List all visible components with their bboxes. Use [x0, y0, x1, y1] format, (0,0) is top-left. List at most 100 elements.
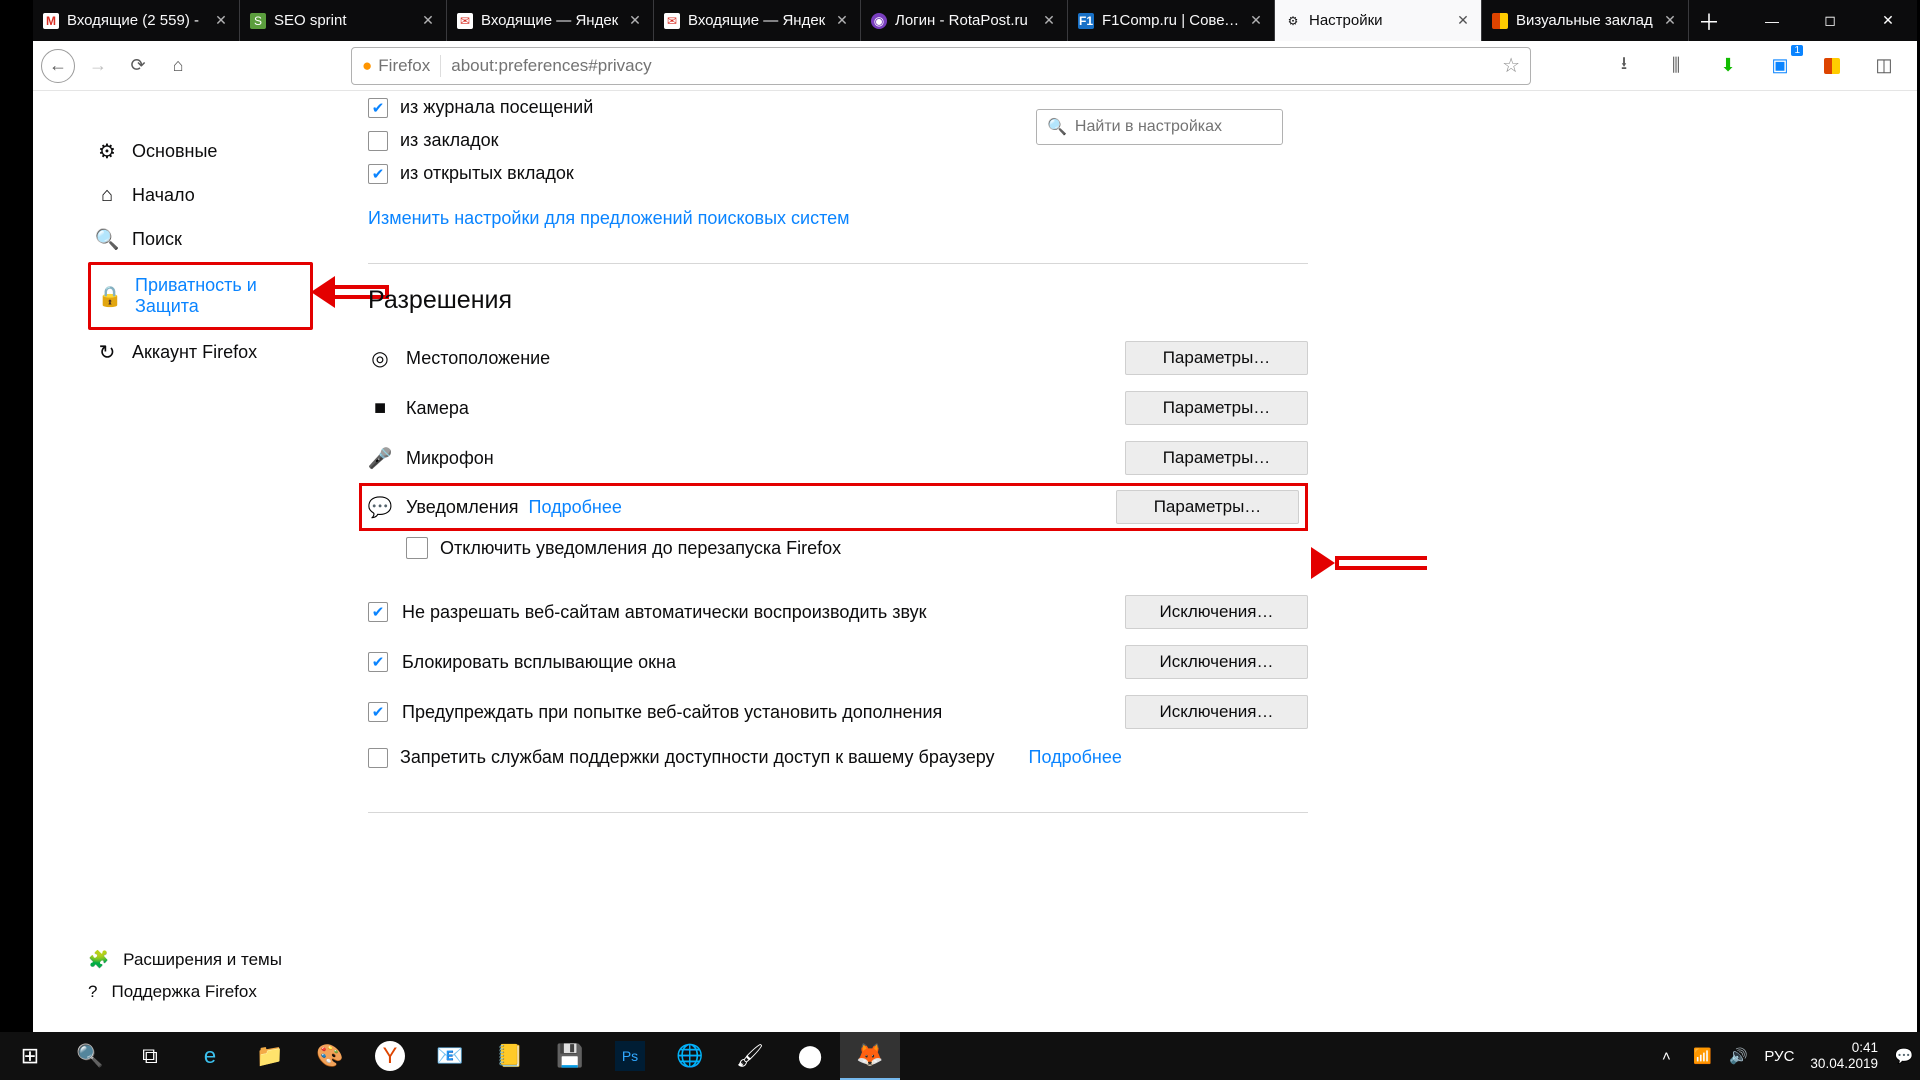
taskbar-app-edge[interactable]: e [180, 1032, 240, 1080]
savefrom-button[interactable]: ▣ 1 [1763, 49, 1797, 83]
url-bar[interactable]: ● Firefox about:preferences#privacy ☆ [351, 47, 1531, 85]
taskbar-app-chrome[interactable]: 🌐 [660, 1032, 720, 1080]
permission-settings-button[interactable]: Параметры… [1125, 441, 1308, 475]
taskbar-app-yandex[interactable]: Y [375, 1041, 405, 1071]
lang-indicator[interactable]: РУС [1764, 1048, 1794, 1065]
permission-checkbox[interactable] [368, 702, 388, 722]
label-disable-notifications: Отключить уведомления до перезапуска Fir… [440, 538, 841, 559]
checkbox-opentabs[interactable] [368, 164, 388, 184]
home-button[interactable]: ⌂ [161, 49, 195, 83]
permission-checkbox[interactable] [368, 602, 388, 622]
back-button[interactable]: ← [41, 49, 75, 83]
category-icon: ⌂ [96, 184, 118, 207]
permission-settings-button[interactable]: Параметры… [1125, 391, 1308, 425]
urlbar-separator [440, 55, 441, 77]
sidebar-category[interactable]: ⚙ Основные [88, 129, 313, 174]
taskbar-app-mail[interactable]: 📧 [420, 1032, 480, 1080]
checkbox-history[interactable] [368, 98, 388, 118]
taskbar-launchers: ⊞ 🔍 ⧉ e 📁 🎨 Y 📧 📒 💾 Ps 🌐 🖌 ⬤ 🦊 [0, 1032, 900, 1080]
taskbar-app-paint[interactable]: 🎨 [300, 1032, 360, 1080]
badge-count: 1 [1791, 45, 1803, 56]
footer-label: Поддержка Firefox [111, 982, 256, 1002]
taskbar-app-notes[interactable]: 📒 [480, 1032, 540, 1080]
permission-settings-button[interactable]: Параметры… [1116, 490, 1299, 524]
browser-tab[interactable]: ⚙ Настройки ✕ [1275, 0, 1482, 41]
a11y-learn-more-link[interactable]: Подробнее [1029, 747, 1122, 768]
prefs-main: из журнала посещений из закладок из откр… [368, 91, 1308, 1032]
forward-button: → [81, 49, 115, 83]
exceptions-button[interactable]: Исключения… [1125, 645, 1308, 679]
category-label: Основные [132, 141, 217, 162]
sidebar-category[interactable]: ↻ Аккаунт Firefox [88, 330, 313, 375]
tab-close-icon[interactable]: ✕ [1662, 13, 1678, 29]
download-arrow-icon[interactable]: ⬇ [1711, 49, 1745, 83]
sidebar-category[interactable]: ⌂ Начало [88, 174, 313, 217]
permission-row: ■ Камера Параметры… [368, 383, 1308, 433]
bookmarks-ext-icon[interactable] [1815, 49, 1849, 83]
tab-close-icon[interactable]: ✕ [834, 13, 850, 29]
permission-learn-more-link[interactable]: Подробнее [529, 497, 622, 517]
library-button[interactable]: ⫼ [1659, 49, 1693, 83]
taskbar-app-explorer[interactable]: 📁 [240, 1032, 300, 1080]
browser-tab[interactable]: ◉ Логин - RotaPost.ru ✕ [861, 0, 1068, 41]
permission-extra-label: Блокировать всплывающие окна [402, 652, 1111, 673]
maximize-button[interactable]: ◻ [1801, 0, 1859, 41]
browser-tab[interactable]: M Входящие (2 559) - ✕ [33, 0, 240, 41]
checkbox-disable-notifications[interactable] [406, 537, 428, 559]
browser-tab[interactable]: Визуальные заклад ✕ [1482, 0, 1689, 41]
annotation-arrow-right [1311, 547, 1427, 579]
taskbar-app-photoshop[interactable]: Ps [615, 1041, 645, 1071]
footer-label: Расширения и темы [123, 950, 282, 970]
prefs-sidebar: ⚙ Основные⌂ Начало🔍 Поиск🔒 Приватность и… [33, 91, 313, 1032]
taskbar-clock[interactable]: 0:41 30.04.2019 [1810, 1040, 1878, 1071]
bookmark-star-icon[interactable]: ☆ [1502, 53, 1520, 78]
taskbar-app-obs[interactable]: ⬤ [780, 1032, 840, 1080]
checkbox-a11y[interactable] [368, 748, 388, 768]
start-button[interactable]: ⊞ [0, 1032, 60, 1080]
checkbox-bookmarks[interactable] [368, 131, 388, 151]
browser-tab[interactable]: F1 F1Comp.ru | Советы ✕ [1068, 0, 1275, 41]
wifi-icon[interactable]: 📶 [1692, 1047, 1712, 1065]
taskbar-search-icon[interactable]: 🔍 [60, 1032, 120, 1080]
tab-favicon: ✉ [664, 13, 680, 29]
browser-tab[interactable]: ✉ Входящие — Яндек ✕ [447, 0, 654, 41]
sidebar-footer-item[interactable]: ?Поддержка Firefox [88, 976, 282, 1008]
browser-tab[interactable]: ✉ Входящие — Яндек ✕ [654, 0, 861, 41]
downloads-button[interactable]: ⭳ [1607, 49, 1641, 83]
sidebar-category[interactable]: 🔒 Приватность и Защита [88, 262, 313, 330]
exceptions-button[interactable]: Исключения… [1125, 695, 1308, 729]
search-suggest-settings-link[interactable]: Изменить настройки для предложений поиск… [368, 208, 850, 229]
tab-close-icon[interactable]: ✕ [420, 13, 436, 29]
tab-title: Входящие — Яндек [481, 12, 619, 29]
taskbar-app-disk[interactable]: 💾 [540, 1032, 600, 1080]
sidebar-toggle-icon[interactable]: ◫ [1867, 49, 1901, 83]
tab-close-icon[interactable]: ✕ [1455, 13, 1471, 29]
tray-chevron-icon[interactable]: ˄ [1656, 1048, 1676, 1065]
tab-close-icon[interactable]: ✕ [213, 13, 229, 29]
action-center-icon[interactable]: 💬 [1894, 1047, 1914, 1065]
clock-date: 30.04.2019 [1810, 1056, 1878, 1072]
taskbar-app-firefox[interactable]: 🦊 [840, 1032, 900, 1080]
close-window-button[interactable]: ✕ [1859, 0, 1917, 41]
permission-label: Местоположение [406, 348, 1111, 369]
new-tab-button[interactable]: ＋ [1689, 0, 1729, 41]
reload-button[interactable]: ⟳ [121, 49, 155, 83]
permission-settings-button[interactable]: Параметры… [1125, 341, 1308, 375]
permission-checkbox[interactable] [368, 652, 388, 672]
category-label: Приватность и Защита [135, 275, 302, 317]
tab-close-icon[interactable]: ✕ [1248, 13, 1264, 29]
sound-icon[interactable]: 🔊 [1728, 1047, 1748, 1065]
exceptions-button[interactable]: Исключения… [1125, 595, 1308, 629]
tab-favicon: ✉ [457, 13, 473, 29]
permission-icon: 💬 [368, 495, 392, 520]
task-view-button[interactable]: ⧉ [120, 1032, 180, 1080]
sidebar-footer-item[interactable]: 🧩Расширения и темы [88, 944, 282, 976]
tab-close-icon[interactable]: ✕ [627, 13, 643, 29]
browser-tab[interactable]: S SEO sprint ✕ [240, 0, 447, 41]
taskbar-app-paint2[interactable]: 🖌 [720, 1032, 780, 1080]
sidebar-category[interactable]: 🔍 Поиск [88, 217, 313, 262]
minimize-button[interactable]: ― [1743, 0, 1801, 41]
tab-close-icon[interactable]: ✕ [1041, 13, 1057, 29]
url-text: about:preferences#privacy [451, 56, 1492, 76]
category-icon: 🔒 [99, 284, 121, 309]
